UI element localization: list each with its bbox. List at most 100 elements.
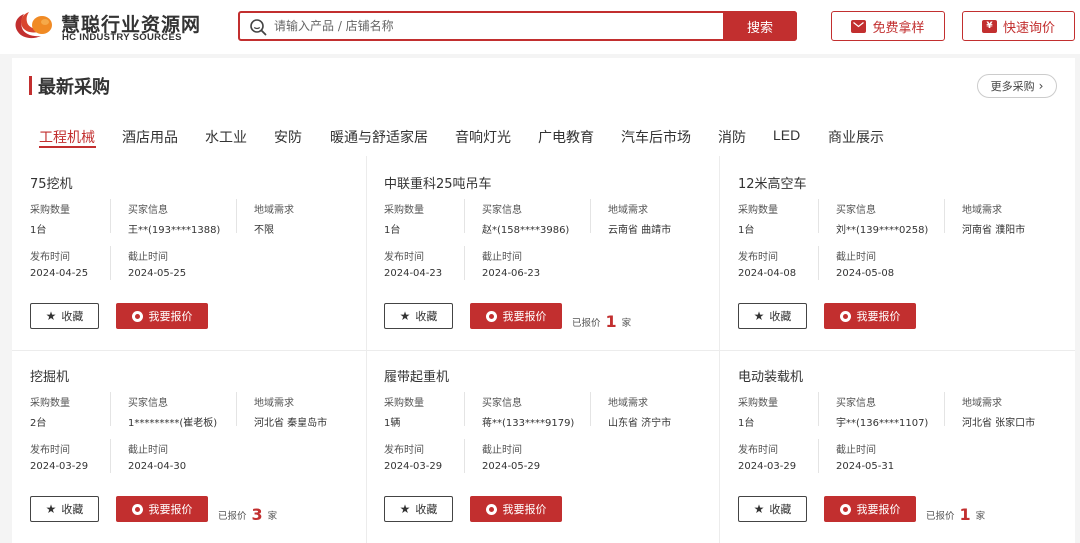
column-divider	[366, 156, 367, 543]
search-button[interactable]: 搜索	[723, 11, 797, 41]
region-label: 地域需求	[962, 205, 1002, 216]
buyer-label: 买家信息	[128, 398, 168, 409]
favorite-label: 收藏	[61, 310, 84, 323]
quantity-label: 采购数量	[30, 398, 70, 409]
tab-fire-protection[interactable]: 消防	[718, 127, 746, 147]
purchase-title[interactable]: 75挖机	[30, 173, 73, 192]
field-separator	[110, 439, 111, 473]
region-value: 河南省 濮阳市	[962, 225, 1026, 236]
region-label: 地域需求	[608, 205, 648, 216]
deadline-label: 截止时间	[482, 445, 522, 456]
favorite-button[interactable]: ★ 收藏	[30, 496, 99, 522]
field-separator	[110, 199, 111, 233]
favorite-label: 收藏	[415, 503, 438, 516]
published-label: 发布时间	[384, 445, 424, 456]
purchase-title[interactable]: 挖掘机	[30, 366, 69, 385]
published-label: 发布时间	[738, 252, 778, 263]
favorite-button[interactable]: ★ 收藏	[384, 496, 453, 522]
latest-purchases-panel: 最新采购 更多采购 › 工程机械 酒店用品 水工业 安防 暖通与舒适家居 音响灯…	[12, 58, 1075, 543]
star-icon: ★	[399, 502, 411, 516]
purchase-card: 中联重科25吨吊车 采购数量 1台 买家信息 赵*(158****3986) 地…	[384, 173, 714, 353]
star-icon: ★	[45, 502, 57, 516]
quantity-value: 1台	[30, 225, 47, 236]
active-tab-indicator	[39, 146, 96, 148]
search-input[interactable]	[274, 13, 714, 39]
purchase-card: 75挖机 采购数量 1台 买家信息 王**(193****1388) 地域需求 …	[30, 173, 360, 353]
tab-broadcast-education[interactable]: 广电教育	[538, 127, 594, 147]
star-icon: ★	[45, 309, 57, 323]
tab-security[interactable]: 安防	[274, 127, 302, 147]
field-separator	[110, 392, 111, 426]
tab-water-industry[interactable]: 水工业	[205, 127, 247, 147]
quote-button[interactable]: 我要报价	[470, 303, 562, 329]
quick-inquiry-button[interactable]: ¥ 快速询价	[962, 11, 1075, 41]
quantity-label: 采购数量	[384, 205, 424, 216]
purchase-title[interactable]: 12米高空车	[738, 173, 807, 192]
buyer-value: 刘**(139****0258)	[836, 225, 929, 236]
published-value: 2024-04-08	[738, 268, 797, 279]
quoted-count: 已报价 3 家	[218, 504, 278, 524]
quick-inquiry-label: 快速询价	[1002, 20, 1055, 36]
chat-bubble-icon	[131, 310, 143, 322]
quote-button[interactable]: 我要报价	[824, 303, 916, 329]
tab-led[interactable]: LED	[773, 127, 800, 143]
envelope-icon	[851, 19, 867, 33]
quoted-prefix: 已报价	[218, 511, 247, 522]
favorite-button[interactable]: ★ 收藏	[30, 303, 99, 329]
column-divider	[719, 156, 720, 543]
tab-engineering-machinery[interactable]: 工程机械	[39, 127, 95, 147]
purchase-title[interactable]: 履带起重机	[384, 366, 449, 385]
deadline-label: 截止时间	[482, 252, 522, 263]
field-separator	[110, 246, 111, 280]
favorite-button[interactable]: ★ 收藏	[738, 303, 807, 329]
quote-label: 我要报价	[856, 310, 901, 323]
quantity-label: 采购数量	[30, 205, 70, 216]
buyer-label: 买家信息	[482, 398, 522, 409]
tab-commercial-display[interactable]: 商业展示	[828, 127, 884, 147]
favorite-label: 收藏	[769, 310, 792, 323]
favorite-label: 收藏	[61, 503, 84, 516]
deadline-value: 2024-05-29	[482, 461, 541, 472]
buyer-value: 赵*(158****3986)	[482, 225, 570, 236]
site-logo[interactable]: 慧聪行业资源网 HC INDUSTRY SOURCES	[12, 9, 202, 45]
logo-mark-icon	[15, 12, 52, 39]
quote-label: 我要报价	[502, 310, 547, 323]
quote-button[interactable]: 我要报价	[824, 496, 916, 522]
quoted-prefix: 已报价	[926, 511, 955, 522]
region-label: 地域需求	[608, 398, 648, 409]
star-icon: ★	[753, 309, 765, 323]
field-separator	[590, 392, 591, 426]
published-label: 发布时间	[30, 252, 70, 263]
tab-hotel-supplies[interactable]: 酒店用品	[122, 127, 178, 147]
tab-automotive-aftermarket[interactable]: 汽车后市场	[621, 127, 691, 147]
quote-button[interactable]: 我要报价	[116, 496, 208, 522]
quoted-suffix: 家	[621, 318, 632, 329]
tab-audio-lighting[interactable]: 音响灯光	[455, 127, 511, 147]
search-bar: 搜索	[238, 11, 797, 41]
purchase-title[interactable]: 电动装载机	[738, 366, 803, 385]
quote-label: 我要报价	[148, 310, 193, 323]
quoted-number: 1	[605, 312, 617, 331]
favorite-button[interactable]: ★ 收藏	[384, 303, 453, 329]
field-separator	[818, 392, 819, 426]
free-sample-button[interactable]: 免费拿样	[831, 11, 945, 41]
published-label: 发布时间	[738, 445, 778, 456]
purchase-card: 电动装载机 采购数量 1台 买家信息 宇**(136****1107) 地域需求…	[738, 366, 1068, 543]
favorite-button[interactable]: ★ 收藏	[738, 496, 807, 522]
more-purchases-button[interactable]: 更多采购 ›	[977, 74, 1057, 98]
deadline-value: 2024-05-25	[128, 268, 187, 279]
field-separator	[818, 246, 819, 280]
field-separator	[944, 199, 945, 233]
chat-bubble-icon	[485, 503, 497, 515]
quantity-label: 采购数量	[738, 398, 778, 409]
purchase-title[interactable]: 中联重科25吨吊车	[384, 173, 492, 192]
chat-bubble-icon	[839, 310, 851, 322]
buyer-label: 买家信息	[482, 205, 522, 216]
quoted-suffix: 家	[267, 511, 278, 522]
quoted-number: 3	[251, 505, 263, 524]
quote-button[interactable]: 我要报价	[116, 303, 208, 329]
quote-button[interactable]: 我要报价	[470, 496, 562, 522]
quantity-value: 1辆	[384, 418, 401, 429]
tab-hvac-home[interactable]: 暖通与舒适家居	[330, 127, 428, 147]
quoted-count: 已报价 1 家	[926, 504, 985, 524]
